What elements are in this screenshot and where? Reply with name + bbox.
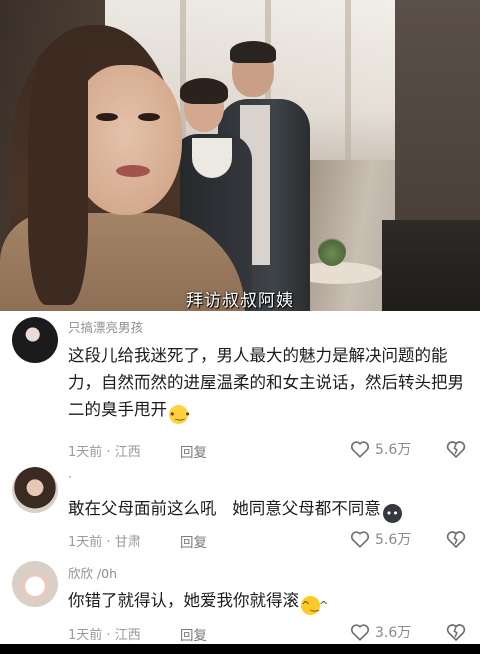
heart-icon	[350, 624, 370, 641]
broken-heart-icon[interactable]	[446, 529, 466, 549]
comment-time: 1天前	[68, 628, 103, 643]
comment-time: 1天前	[68, 535, 103, 550]
comment-meta: 1天前 · 江西	[68, 628, 141, 643]
avatar[interactable]	[12, 561, 58, 607]
comment-meta: 1天前 · 江西	[68, 445, 141, 460]
like-button[interactable]: 3.6万	[350, 622, 411, 642]
like-button[interactable]: 5.6万	[350, 529, 411, 549]
broken-heart-icon[interactable]	[446, 439, 466, 459]
video-frame[interactable]: 拜访叔叔阿姨	[0, 0, 480, 311]
comment-time: 1天前	[68, 445, 103, 460]
girl-figure	[0, 25, 245, 311]
reply-button[interactable]: 回复	[180, 441, 207, 461]
bottom-bar	[0, 644, 480, 654]
laughing-face-icon: ^‿^	[301, 596, 328, 615]
like-count: 5.6万	[375, 442, 412, 458]
reply-button[interactable]: 回复	[180, 624, 207, 644]
broken-heart-icon[interactable]	[446, 622, 466, 642]
avatar[interactable]	[12, 467, 58, 513]
comment-username[interactable]: 欣欣 /0h	[68, 563, 117, 582]
comment-location: 甘肃	[114, 535, 141, 550]
like-button[interactable]: 5.6万	[350, 439, 411, 459]
comment-text: 你错了就得认，她爱我你就得滚 ^‿^	[68, 587, 466, 615]
comment-meta: 1天前 · 甘肃	[68, 535, 141, 550]
pleading-face-icon: •‿•	[169, 405, 191, 424]
video-subtitle: 拜访叔叔阿姨	[186, 291, 294, 311]
dark-face-icon: ••	[382, 504, 402, 523]
plant	[318, 236, 346, 266]
comment-location: 江西	[114, 628, 141, 643]
reply-button[interactable]: 回复	[180, 531, 207, 551]
comment-text: 这段儿给我迷死了，男人最大的魅力是解决问题的能力，自然而然的进屋温柔的和女主说话…	[68, 342, 466, 424]
like-count: 5.6万	[375, 532, 412, 548]
avatar[interactable]	[12, 317, 58, 363]
comment-username[interactable]: ·	[68, 469, 72, 484]
heart-icon	[350, 531, 370, 548]
comment-location: 江西	[114, 445, 141, 460]
comment-text: 敢在父母面前这么吼 她同意父母都不同意 ••	[68, 495, 466, 523]
comment-username[interactable]: 只搞漂亮男孩	[68, 317, 143, 336]
heart-icon	[350, 441, 370, 458]
like-count: 3.6万	[375, 625, 412, 641]
